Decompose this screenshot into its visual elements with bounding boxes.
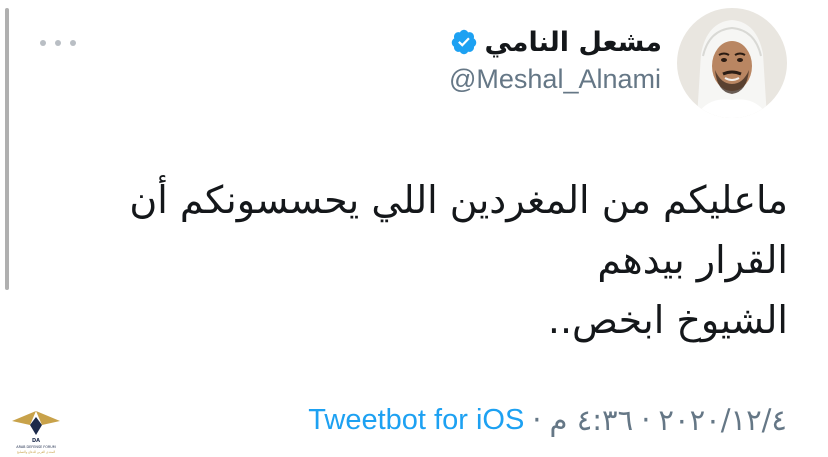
more-dots-icon	[40, 40, 46, 46]
watermark-logo: DA ARAB DEFENSE FORUM المنتدى العربي للد…	[12, 411, 60, 454]
more-dots-icon	[70, 40, 76, 46]
avatar-image	[677, 8, 787, 118]
meta-separator: ·	[532, 403, 542, 437]
tweet-text: ماعليكم من المغردين اللي يحسسونكم أن الق…	[68, 170, 788, 350]
svg-text:DA: DA	[32, 438, 40, 444]
scrollbar[interactable]	[5, 8, 9, 290]
more-dots-icon	[55, 40, 61, 46]
author-name-row[interactable]: مشعل النامي	[450, 24, 662, 60]
meta-separator: ·	[641, 403, 651, 437]
watermark-subtext: المنتدى العربي للدفاع والتسليح	[17, 450, 56, 454]
avatar[interactable]	[677, 8, 787, 118]
author-display-name[interactable]: مشعل النامي	[484, 27, 662, 58]
more-options-button[interactable]	[40, 37, 76, 49]
tweet-card: مشعل النامي @Meshal_Alnami ماعليكم من ال…	[0, 0, 828, 457]
verified-badge-icon	[452, 29, 477, 55]
tweet-date: ٢٠٢٠/١٢/٤	[658, 403, 787, 437]
tweet-text-line: القرار بيدهم	[597, 238, 788, 282]
watermark-text: ARAB DEFENSE FORUM	[16, 445, 55, 449]
tweet-source-link[interactable]: Tweetbot for iOS	[308, 404, 524, 437]
author-handle[interactable]: @Meshal_Alnami	[449, 64, 661, 95]
tweet-text-line: ماعليكم من المغردين اللي يحسسونكم أن	[129, 178, 788, 222]
tweet-time: ٤:٣٦ م	[549, 403, 634, 437]
tweet-text-line: الشيوخ ابخص..	[547, 298, 788, 342]
tweet-meta: ٢٠٢٠/١٢/٤ · ٤:٣٦ م · Tweetbot for iOS	[308, 400, 787, 440]
